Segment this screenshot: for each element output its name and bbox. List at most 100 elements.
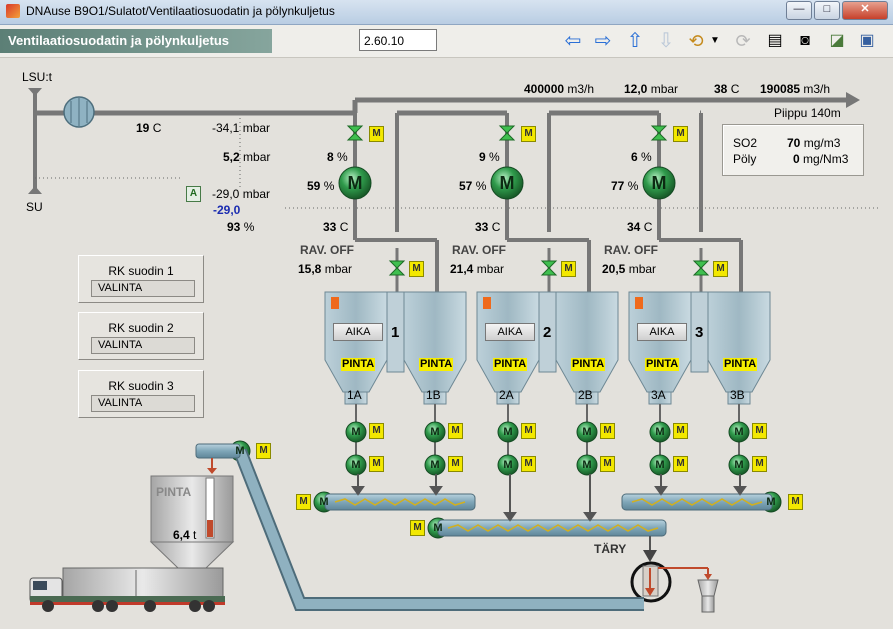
filter-1-level-a: PINTA [341,358,376,371]
so2-value: 70 mg/m3 [787,136,841,150]
rk-filter-3-title: RK suodin 3 [108,379,174,393]
auto-mode-badge[interactable]: A [186,186,201,202]
refresh-icon[interactable]: ⟳ [730,29,756,53]
filter-3-level-a: PINTA [645,358,680,371]
trend-icon[interactable]: ◪ [824,29,850,53]
filter-2-hopper-b [555,291,619,393]
main-pressure: 12,0 mbar [624,82,679,96]
filter-3-hopper-a-label: 3A [651,388,666,402]
dropdown-icon[interactable]: ▼ [708,29,722,53]
window: DNAuse B9O1/Sulatot/Ventilaatiosuodatin … [0,0,893,629]
filter-2-bypass-valve-icon [540,260,558,276]
filter-3-feeder-motor-2b-label: M [734,458,744,471]
print-icon[interactable]: ▤ [762,29,788,53]
filter-2-damper-badge[interactable]: M [521,126,536,142]
filter-3-damper-icon [650,125,668,141]
rk-filter-1-panel[interactable]: RK suodin 1 VALINTA [78,255,204,303]
collector-conveyor-badge[interactable]: M [410,520,425,536]
inlet-percentage: 93 % [227,220,255,234]
filter-2-feeder-motor-1b-label: M [503,458,513,471]
conveyor-3-badge[interactable]: M [788,494,803,510]
rk-filter-3-select[interactable]: VALINTA [91,395,195,412]
stack-flow: 190085 m3/h [760,82,831,96]
filter-1-cleaning-status: RAV. OFF [300,243,355,257]
rk-filter-1-select[interactable]: VALINTA [91,280,195,297]
filter-3-bypass-badge[interactable]: M [713,261,728,277]
filter-2-feeder-2b-badge[interactable]: M [600,456,615,472]
filter-1-feeder-1a-badge[interactable]: M [369,423,384,439]
filter-3-feeder-motor-2a-label: M [734,425,744,438]
stack-label: Piippu 140m [774,106,841,120]
filter-2-feeder-1b-badge[interactable]: M [521,456,536,472]
toolbar: Ventilaatiosuodatin ja pölynkuljetus 2.6… [0,25,893,58]
filter-2-fan-speed: 57 % [459,179,487,193]
filter-1-feeder-2a-badge[interactable]: M [448,423,463,439]
filter-3-differential-pressure: 20,5 mbar [602,262,657,276]
emission-box: SO2 70 mg/m3 Pöly 0 mg/Nm3 [722,124,864,176]
app-icon [6,4,20,18]
inlet-pressure-3: -29,0 mbar [212,187,271,201]
filter-3-feeder-1a-badge[interactable]: M [673,423,688,439]
window-icon[interactable]: ▣ [854,29,880,53]
maximize-button[interactable]: □ [814,1,840,20]
filter-2-feeder-1a-badge[interactable]: M [521,423,536,439]
filter-3-feeder-motor-1a-label: M [655,425,665,438]
silo-conveyor-badge[interactable]: M [256,443,271,459]
filter-1-fan-speed: 59 % [307,179,335,193]
filter-1-hopper-a-label: 1A [347,388,362,402]
filter-3-temperature: 34 C [627,220,653,234]
rk-filter-3-panel[interactable]: RK suodin 3 VALINTA [78,370,204,418]
rk-filter-2-title: RK suodin 2 [108,321,174,335]
silo-level-value: 6,4 t [173,528,197,542]
filter-2-damper-position: 9 % [479,150,500,164]
filter-1-feeder-1b-badge[interactable]: M [369,456,384,472]
filter-2-feeder-2a-badge[interactable]: M [600,423,615,439]
filter-1-bypass-valve-icon [388,260,406,276]
filter-1-damper-position: 8 % [327,150,348,164]
version-field[interactable]: 2.60.10 [359,29,437,51]
inlet-pressure-1: -34,1 mbar [212,121,271,135]
window-title: DNAuse B9O1/Sulatot/Ventilaatiosuodatin … [26,4,335,18]
collector-conveyor-motor-label: M [433,521,443,534]
filter-3-fan-speed: 77 % [611,179,639,193]
filter-1-bypass-badge[interactable]: M [409,261,424,277]
minimize-button[interactable]: — [786,1,812,20]
filter-1-feeder-motor-2a-label: M [430,425,440,438]
close-button[interactable]: ✕ [842,1,888,20]
filter-3-feeder-1b-badge[interactable]: M [673,456,688,472]
down-arrow-icon[interactable]: ⇩ [653,29,679,53]
filter-2-damper-icon [498,125,516,141]
filter-3-alarm-indicator [635,297,643,309]
title-bar: DNAuse B9O1/Sulatot/Ventilaatiosuodatin … [0,0,893,25]
filter-2-fan-motor-label: M [499,173,515,193]
filter-3-damper-position: 6 % [631,150,652,164]
filter-2-feeder-motor-2a-label: M [582,425,592,438]
history-icon[interactable]: ⟲ [683,29,709,53]
filter-3-damper-badge[interactable]: M [673,126,688,142]
filter-1-damper-badge[interactable]: M [369,126,384,142]
back-arrow-icon[interactable]: ⇦ [560,29,586,53]
filter-1-feeder-2b-badge[interactable]: M [448,456,463,472]
filter-3-feeder-2b-badge[interactable]: M [752,456,767,472]
filter-3-number: 3 [695,324,704,341]
conveyor-1-badge[interactable]: M [296,494,311,510]
filter-2-temperature: 33 C [475,220,501,234]
filter-2-bypass-badge[interactable]: M [561,261,576,277]
filter-2-timer-button[interactable]: AIKA [485,323,535,341]
up-arrow-icon[interactable]: ⇧ [622,29,648,53]
filter-3-feeder-2a-badge[interactable]: M [752,423,767,439]
main-temp: 38 C [714,82,740,96]
filter-1-fan-motor-label: M [347,173,363,193]
rk-filter-2-select[interactable]: VALINTA [91,337,195,354]
rk-filter-2-panel[interactable]: RK suodin 2 VALINTA [78,312,204,360]
vibrator-label: TÄRY [594,542,627,556]
filter-3-timer-button[interactable]: AIKA [637,323,687,341]
inlet-pressure-setpoint[interactable]: -29,0 [213,203,240,217]
filter-1-timer-button[interactable]: AIKA [333,323,383,341]
filter-2-level-b: PINTA [571,358,606,371]
camera-icon[interactable]: ◙ [792,29,818,53]
filter-1-differential-pressure: 15,8 mbar [298,262,353,276]
filter-1-feeder-motor-1b-label: M [351,458,361,471]
forward-arrow-icon[interactable]: ⇨ [590,29,616,53]
filter-1-feeder-motor-2b-label: M [430,458,440,471]
